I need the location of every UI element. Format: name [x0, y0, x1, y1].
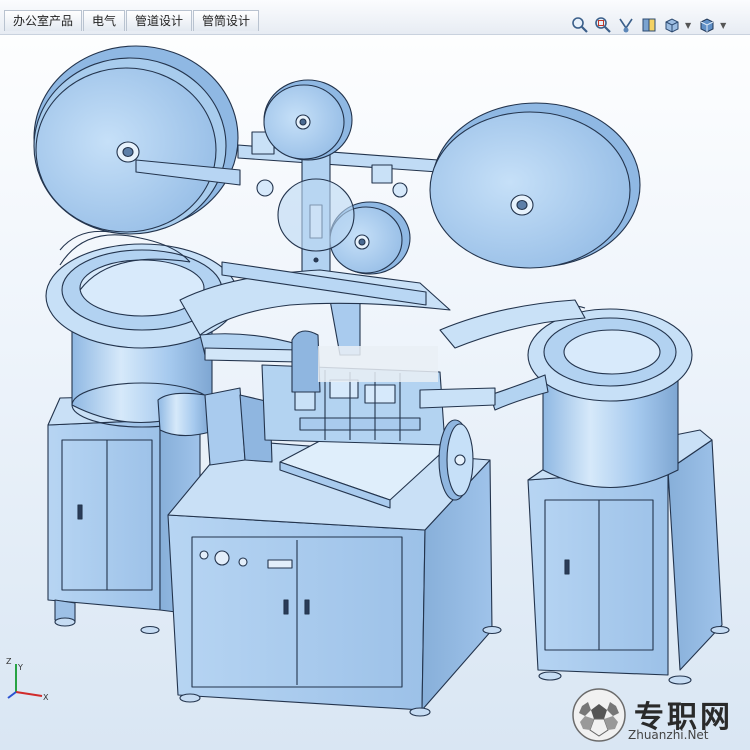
triad-z-label: Z: [6, 657, 12, 666]
right-vibratory-bowl: [527, 305, 693, 488]
site-watermark: 专职网 Zhuanzhi.Net: [570, 684, 745, 744]
model-graphics-area[interactable]: [0, 0, 750, 750]
right-material-reel: [429, 102, 641, 269]
middle-small-pulley: [277, 178, 411, 275]
left-material-reel: [33, 45, 241, 235]
triad-x-label: X: [43, 693, 49, 702]
watermark-english-text: Zhuanzhi.Net: [628, 728, 709, 742]
reference-triad: Z Y X: [6, 657, 49, 702]
triad-y-label: Y: [17, 663, 23, 672]
upper-small-pulley: [263, 79, 353, 161]
soccer-ball-logo-icon: [572, 688, 626, 742]
drive-wheel: [438, 419, 474, 501]
